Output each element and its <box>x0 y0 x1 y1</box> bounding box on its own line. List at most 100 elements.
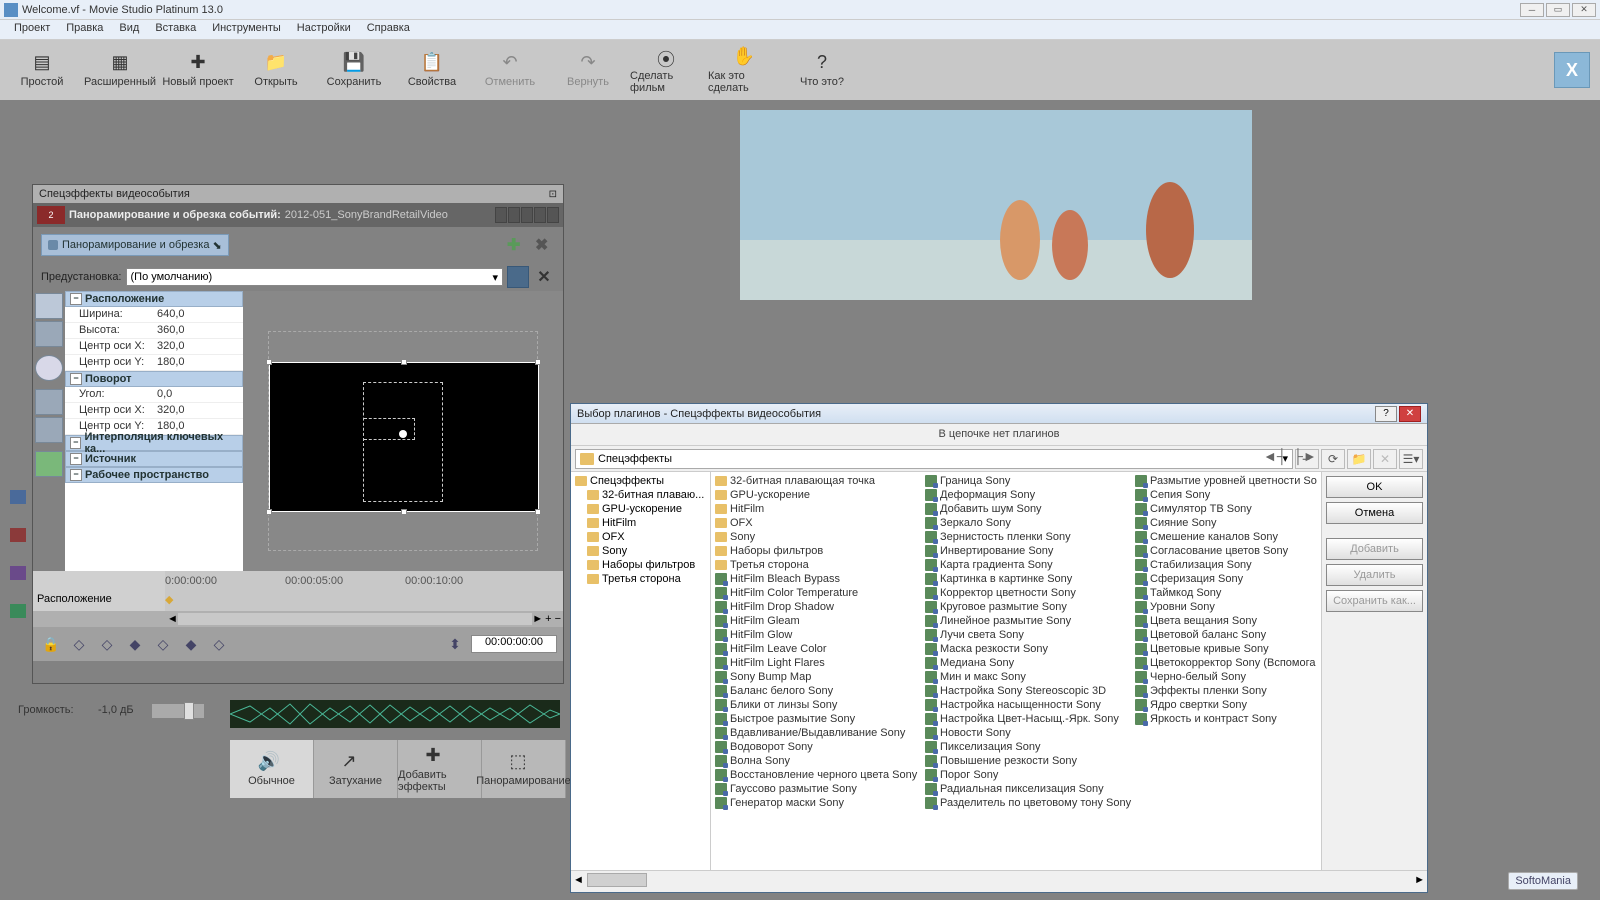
bottom-tool-2[interactable]: ✚Добавить эффекты <box>398 740 482 798</box>
header-box[interactable] <box>534 207 546 223</box>
x-close-button[interactable]: X <box>1554 52 1590 88</box>
menu-Проект[interactable]: Проект <box>6 20 58 39</box>
dialog-close-button[interactable]: ✕ <box>1399 406 1421 422</box>
plugin-item[interactable]: HitFilm Light Flares <box>713 656 923 670</box>
menu-Вставка[interactable]: Вставка <box>147 20 204 39</box>
plugin-item[interactable]: Добавить шум Sony <box>923 502 1133 516</box>
new-folder-button[interactable]: 📁 <box>1347 449 1371 469</box>
newproj-button[interactable]: ✚Новый проект <box>162 43 234 97</box>
advanced-button[interactable]: ▦Расширенный <box>84 43 156 97</box>
side-tool[interactable] <box>35 293 63 319</box>
tree-item[interactable]: OFX <box>573 530 708 544</box>
pan-crop-canvas[interactable] <box>243 291 563 571</box>
prop-group-location[interactable]: Расположение <box>65 291 243 307</box>
plugin-item[interactable]: Порог Sony <box>923 768 1133 782</box>
plugin-item[interactable]: Гауссово размытие Sony <box>713 782 923 796</box>
plugin-item[interactable]: Сферизация Sony <box>1133 572 1321 586</box>
side-tool[interactable] <box>35 417 63 443</box>
add-button[interactable]: Добавить <box>1326 538 1423 560</box>
menu-Инструменты[interactable]: Инструменты <box>204 20 289 39</box>
remove-button[interactable]: Удалить <box>1326 564 1423 586</box>
plugin-item[interactable]: Цветовые кривые Sony <box>1133 642 1321 656</box>
plugin-item[interactable]: Мин и макс Sony <box>923 670 1133 684</box>
plugin-item[interactable]: Стабилизация Sony <box>1133 558 1321 572</box>
plugin-item[interactable]: Баланс белого Sony <box>713 684 923 698</box>
plugin-item[interactable]: Повышение резкости Sony <box>923 754 1133 768</box>
plugin-item[interactable]: Эффекты пленки Sony <box>1133 684 1321 698</box>
plugin-item[interactable]: Блики от линзы Sony <box>713 698 923 712</box>
menu-Вид[interactable]: Вид <box>111 20 147 39</box>
chain-left-icon[interactable]: ◄┤ <box>1263 448 1285 464</box>
open-button[interactable]: 📁Открыть <box>240 43 312 97</box>
plugin-item[interactable]: Черно-белый Sony <box>1133 670 1321 684</box>
plugin-item[interactable]: Уровни Sony <box>1133 600 1321 614</box>
save-preset-button[interactable] <box>507 266 529 288</box>
plugin-item[interactable]: 32-битная плавающая точка <box>713 474 923 488</box>
plugin-item[interactable]: Волна Sony <box>713 754 923 768</box>
chain-right-icon[interactable]: ├► <box>1293 448 1315 464</box>
plugin-item[interactable]: Ядро свертки Sony <box>1133 698 1321 712</box>
plugin-item[interactable]: Водоворот Sony <box>713 740 923 754</box>
redo-button[interactable]: ↷Вернуть <box>552 43 624 97</box>
tree-item[interactable]: Наборы фильтров <box>573 558 708 572</box>
close-button[interactable]: ✕ <box>1572 3 1596 17</box>
whatis-button[interactable]: ?Что это? <box>786 43 858 97</box>
ok-button[interactable]: OK <box>1326 476 1423 498</box>
add-fx-icon[interactable]: ✚ <box>507 235 527 255</box>
plugin-item[interactable]: OFX <box>713 516 923 530</box>
plugin-item[interactable]: Смешение каналов Sony <box>1133 530 1321 544</box>
plugin-item[interactable]: Настройка Sony Stereoscopic 3D <box>923 684 1133 698</box>
plugin-item[interactable]: Sony Bump Map <box>713 670 923 684</box>
header-box[interactable] <box>508 207 520 223</box>
track-color-video2[interactable] <box>10 528 26 542</box>
plugin-item[interactable]: HitFilm Gleam <box>713 614 923 628</box>
plugin-item[interactable]: Картинка в картинке Sony <box>923 572 1133 586</box>
track-color-audio[interactable] <box>10 566 26 580</box>
bottom-tool-1[interactable]: ↗Затухание <box>314 740 398 798</box>
plugin-item[interactable]: Инвертирование Sony <box>923 544 1133 558</box>
volume-slider[interactable] <box>152 704 204 718</box>
plugin-item[interactable]: Корректор цветности Sony <box>923 586 1133 600</box>
menu-Настройки[interactable]: Настройки <box>289 20 359 39</box>
plugin-item[interactable]: Третья сторона <box>713 558 923 572</box>
plugin-item[interactable]: GPU-ускорение <box>713 488 923 502</box>
tree-item[interactable]: Третья сторона <box>573 572 708 586</box>
plugin-item[interactable]: HitFilm Drop Shadow <box>713 600 923 614</box>
plugin-item[interactable]: Генератор маски Sony <box>713 796 923 810</box>
menu-Справка[interactable]: Справка <box>359 20 418 39</box>
plugin-list[interactable]: 32-битная плавающая точкаGPU-ускорениеHi… <box>711 472 1321 870</box>
maximize-button[interactable]: ▭ <box>1546 3 1570 17</box>
panel-title[interactable]: Спецэффекты видеособытия ⊡ <box>33 185 563 203</box>
kf-del-icon[interactable]: ◇ <box>207 632 231 656</box>
plugin-item[interactable]: Sony <box>713 530 923 544</box>
help-button[interactable]: ? <box>1375 406 1397 422</box>
view-button[interactable]: ☰▾ <box>1399 449 1423 469</box>
refresh-button[interactable]: ⟳ <box>1321 449 1345 469</box>
plugin-item[interactable]: Медиана Sony <box>923 656 1133 670</box>
prop-group-workspace[interactable]: Рабочее пространство <box>65 467 243 483</box>
keyframe-track[interactable]: Расположение ◆ <box>33 591 563 611</box>
saveas-button[interactable]: Сохранить как... <box>1326 590 1423 612</box>
plugin-item[interactable]: Цветовой баланс Sony <box>1133 628 1321 642</box>
track-color-video[interactable] <box>10 490 26 504</box>
header-box[interactable] <box>547 207 559 223</box>
plugin-item[interactable]: Линейное размытие Sony <box>923 614 1133 628</box>
tree-item[interactable]: Спецэффекты <box>573 474 708 488</box>
plugin-item[interactable]: Цветокорректор Sony (Вспомога <box>1133 656 1321 670</box>
plugin-item[interactable]: Цвета вещания Sony <box>1133 614 1321 628</box>
plugin-item[interactable]: HitFilm <box>713 502 923 516</box>
prop-group-rotation[interactable]: Поворот <box>65 371 243 387</box>
plugin-item[interactable]: Маска резкости Sony <box>923 642 1133 656</box>
preset-combobox[interactable]: (По умолчанию)▾ <box>126 268 504 286</box>
keyframe-scrollbar[interactable]: ◄►+ − <box>33 611 563 627</box>
panel-close-icon[interactable]: ⊡ <box>549 189 557 200</box>
save-button[interactable]: 💾Сохранить <box>318 43 390 97</box>
plugin-item[interactable]: Карта градиента Sony <box>923 558 1133 572</box>
fx-chain-chip[interactable]: Панорамирование и обрезка ⬊ <box>41 234 229 256</box>
tree-item[interactable]: HitFilm <box>573 516 708 530</box>
plugin-item[interactable]: Симулятор ТВ Sony <box>1133 502 1321 516</box>
plugin-item[interactable]: Вдавливание/Выдавливание Sony <box>713 726 923 740</box>
plugin-item[interactable]: Настройка Цвет-Насыщ.-Ярк. Sony <box>923 712 1133 726</box>
plugin-tree[interactable]: Спецэффекты32-битная плаваю...GPU-ускоре… <box>571 472 711 870</box>
header-box[interactable] <box>521 207 533 223</box>
